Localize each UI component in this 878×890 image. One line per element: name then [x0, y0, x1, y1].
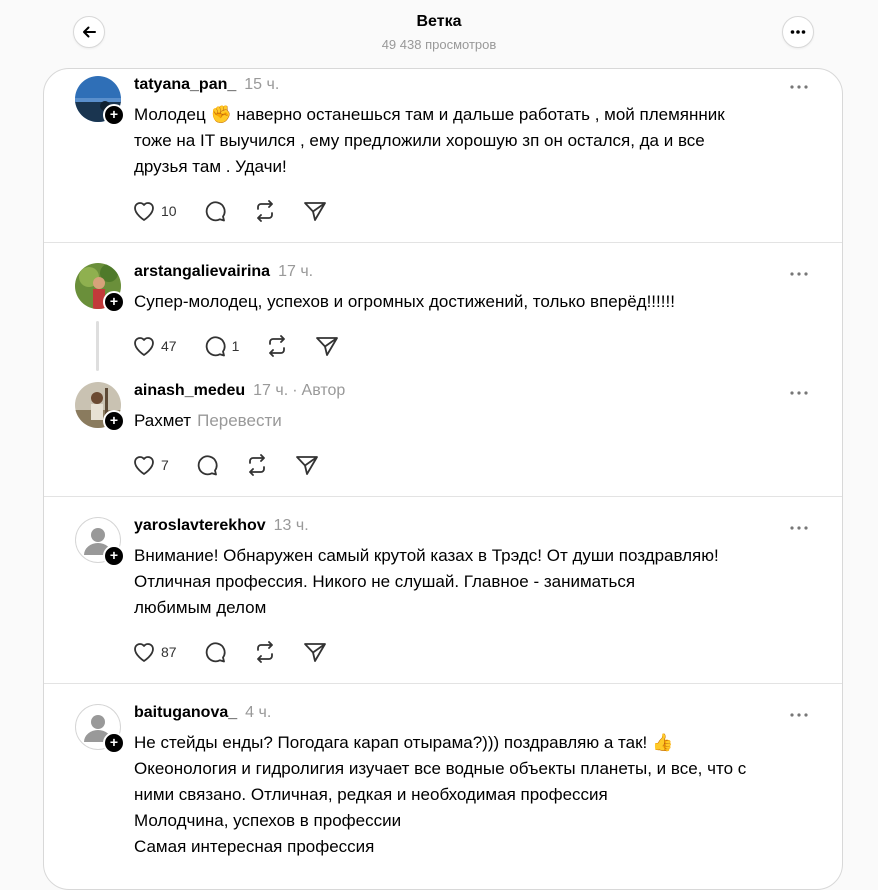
reply-button[interactable]: [203, 639, 227, 665]
timestamp: 15 ч.: [244, 76, 280, 93]
avatar[interactable]: +: [75, 76, 125, 126]
more-horizontal-icon: [790, 30, 806, 34]
post-text: Внимание! Обнаружен самый крутой казах в…: [134, 546, 719, 617]
timestamp: 4 ч.: [245, 704, 272, 721]
username[interactable]: tatyana_pan_ 15 ч.: [134, 76, 279, 94]
username[interactable]: arstangalievairina 17 ч.: [134, 263, 313, 281]
timestamp: 13 ч.: [273, 517, 309, 534]
heart-icon: [134, 337, 154, 356]
translate-link[interactable]: Перевести: [197, 411, 282, 430]
avatar[interactable]: +: [75, 517, 125, 567]
username[interactable]: ainash_medeu 17 ч. · Автор: [134, 382, 345, 400]
like-count: 7: [161, 457, 169, 473]
comment-icon: [197, 455, 218, 476]
avatar[interactable]: +: [75, 704, 125, 754]
follow-plus-icon[interactable]: +: [103, 732, 125, 754]
reply-button[interactable]: 1: [203, 333, 240, 359]
repost-icon: [248, 454, 265, 476]
share-button[interactable]: [303, 198, 327, 224]
divider: [44, 242, 842, 243]
reply-button[interactable]: [203, 198, 227, 224]
more-horizontal-icon[interactable]: [788, 79, 810, 95]
heart-icon: [134, 202, 154, 221]
repost-button[interactable]: [253, 639, 277, 665]
follow-plus-icon[interactable]: +: [103, 545, 125, 567]
more-horizontal-icon[interactable]: [788, 707, 810, 723]
divider: [44, 496, 842, 497]
thread-connector: [96, 321, 99, 371]
page-title: Ветка: [416, 13, 462, 30]
follow-plus-icon[interactable]: +: [103, 104, 125, 126]
heart-icon: [134, 643, 154, 662]
repost-button[interactable]: [253, 198, 277, 224]
timestamp: 17 ч.: [278, 263, 314, 280]
username[interactable]: baituganova_ 4 ч.: [134, 704, 271, 722]
post-text: Супер-молодец, успехов и огромных достиж…: [134, 292, 675, 311]
action-bar: 47 1: [132, 333, 365, 359]
share-button[interactable]: [295, 452, 319, 478]
top-bar: Ветка 49 438 просмотров: [0, 0, 878, 68]
like-count: 87: [161, 644, 177, 660]
action-bar: 7: [132, 452, 345, 478]
post-text: Не стейды енды? Погодага карап отырама?)…: [134, 733, 747, 856]
more-horizontal-icon[interactable]: [788, 266, 810, 282]
heart-icon: [134, 456, 154, 475]
more-horizontal-icon[interactable]: [788, 520, 810, 536]
share-button[interactable]: [315, 333, 339, 359]
repost-icon: [256, 200, 273, 222]
like-button[interactable]: 47: [132, 333, 177, 359]
comment-icon: [205, 336, 226, 357]
send-icon: [303, 202, 326, 221]
like-button[interactable]: 87: [132, 639, 177, 665]
author-tag: Автор: [301, 382, 346, 399]
send-icon: [303, 643, 326, 662]
action-bar: 10: [132, 198, 353, 224]
share-button[interactable]: [303, 639, 327, 665]
username[interactable]: yaroslavterekhov 13 ч.: [134, 517, 309, 535]
post-text: Молодец ✊ наверно останешься там и дальш…: [134, 105, 725, 176]
more-horizontal-icon[interactable]: [788, 385, 810, 401]
avatar[interactable]: +: [75, 382, 125, 432]
repost-button[interactable]: [245, 452, 269, 478]
repost-icon: [256, 641, 273, 663]
send-icon: [316, 337, 339, 356]
send-icon: [295, 456, 318, 475]
comment-icon: [205, 201, 226, 222]
like-count: 10: [161, 203, 177, 219]
reply-count: 1: [231, 338, 240, 354]
thread-card: + tatyana_pan_ 15 ч. Молодец ✊ наверно ос…: [43, 68, 843, 890]
timestamp: 17 ч.: [253, 382, 289, 399]
action-bar: 87: [132, 639, 353, 665]
view-count: 49 438 просмотров: [381, 37, 497, 52]
like-count: 47: [161, 338, 177, 354]
post-text: Рахмет Перевести: [134, 411, 282, 430]
avatar[interactable]: +: [75, 263, 125, 313]
divider: [44, 683, 842, 684]
options-button[interactable]: [782, 16, 814, 48]
like-button[interactable]: 10: [132, 198, 177, 224]
comment-icon: [205, 642, 226, 663]
repost-icon: [269, 335, 286, 357]
reply-button[interactable]: [195, 452, 219, 478]
follow-plus-icon[interactable]: +: [103, 291, 125, 313]
follow-plus-icon[interactable]: +: [103, 410, 125, 432]
like-button[interactable]: 7: [132, 452, 169, 478]
repost-button[interactable]: [265, 333, 289, 359]
